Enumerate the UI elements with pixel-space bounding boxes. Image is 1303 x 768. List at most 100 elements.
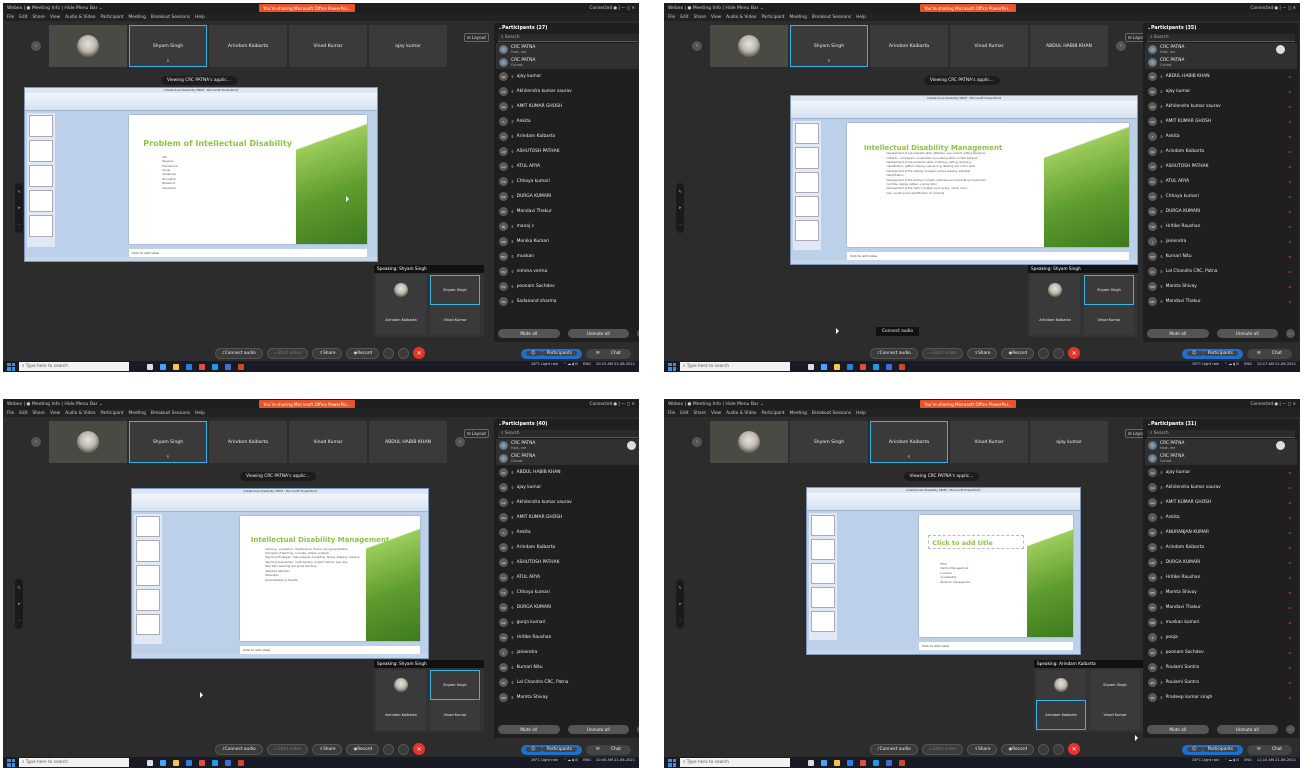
mini-tile[interactable]: Arindam Kaibarta	[1036, 700, 1086, 730]
menu-item[interactable]: Share	[33, 15, 45, 20]
audio-off-icon[interactable]: ⌀	[1288, 209, 1291, 214]
participants-button[interactable]: ☺ Participants	[1181, 745, 1243, 755]
participant-row[interactable]: AK⌽ajay kumar⌀	[496, 480, 639, 495]
tray-icons[interactable]: ⌃ ☁ ◖ ⊡	[1224, 362, 1239, 366]
audio-off-icon[interactable]: ⌀	[1288, 74, 1291, 79]
task-view-icon[interactable]	[808, 363, 814, 370]
clock[interactable]: 10:15 AM 21-06-2021	[596, 362, 635, 366]
powerpoint-icon[interactable]	[238, 363, 244, 370]
menu-item[interactable]: Share	[694, 15, 706, 20]
chrome-icon[interactable]	[199, 759, 205, 766]
participant-row[interactable]: AP⌽ASHUTOSH PATHAK⌀	[496, 555, 639, 570]
video-tile[interactable]: ajay kumar	[369, 25, 447, 67]
tray-icons[interactable]: ⌃ ☁ ◖ ⊡	[563, 758, 578, 762]
strip-prev-icon[interactable]: ‹	[31, 437, 41, 447]
unmute-all-button[interactable]: Unmute all	[1216, 725, 1278, 734]
audio-off-icon[interactable]: ⌀	[1288, 89, 1291, 94]
participants-button[interactable]: ☺ Participants	[1181, 349, 1243, 359]
participant-row[interactable]: AG⌽AMIT KUMAR GHOSH⌀	[496, 99, 639, 114]
participant-row[interactable]: CK⌽Chhaya kumari⌀	[496, 585, 639, 600]
participant-row[interactable]: AS⌽Akhilendra kumar saurav ⌀	[1145, 99, 1297, 114]
more-options-icon[interactable]: ⋯	[1286, 725, 1295, 734]
more-icon[interactable]: ⋯	[678, 618, 682, 623]
taskbar-search[interactable]: ⌕ Type here to search	[680, 758, 790, 767]
participant-search[interactable]: ⌕ Search	[498, 34, 639, 42]
mini-tile[interactable]: Vinod Kumar	[1084, 305, 1134, 335]
menu-item[interactable]: Meeting	[129, 15, 146, 20]
menu-item[interactable]: Audio & Video	[726, 411, 756, 416]
participants-button[interactable]: ☺ Participants	[520, 745, 582, 755]
participant-row[interactable]: DK⌽DURGA KUMARI⌀	[1145, 204, 1297, 219]
menu-item[interactable]: File	[668, 15, 675, 20]
participant-row[interactable]: AK⌽ajay kumar⌀	[496, 69, 639, 84]
more-icon[interactable]: ⋯	[17, 618, 21, 623]
connect-audio-button[interactable]: ♪ Connect audio	[870, 347, 918, 359]
participant-row[interactable]: A⌽Ankita⌀	[496, 525, 639, 540]
language[interactable]: ENG	[583, 758, 591, 762]
share-button[interactable]: ⇪ Share	[312, 347, 343, 359]
language[interactable]: ENG	[1244, 362, 1252, 366]
menu-item[interactable]: Share	[33, 411, 45, 416]
participant-row[interactable]: A⌽Ankita⌀	[1145, 129, 1297, 144]
video-tile[interactable]: Shyam Singh ⌽	[790, 25, 868, 67]
participant-host[interactable]: CRC PATNA Host, me	[496, 439, 639, 452]
video-tile[interactable]: ABDUL HABIB KHAN	[369, 421, 447, 463]
mail-icon[interactable]	[873, 759, 879, 766]
record-button[interactable]: ◉ Record	[346, 743, 380, 755]
audio-off-icon[interactable]: ⌀	[1288, 269, 1291, 274]
participant-search[interactable]: ⌕ Search	[1147, 34, 1295, 42]
video-tile-self[interactable]	[49, 421, 127, 463]
menu-item[interactable]: Breakout Sessions	[812, 411, 851, 416]
menu-item[interactable]: Help	[195, 15, 205, 20]
participant-row[interactable]: MK⌽Monika Kumari⌀	[496, 234, 639, 249]
menu-item[interactable]: Help	[195, 411, 205, 416]
participant-row[interactable]: MJ⌽manoj c⌀	[496, 219, 639, 234]
webex-icon[interactable]	[225, 759, 231, 766]
menu-item[interactable]: File	[7, 15, 14, 20]
menu-item[interactable]: File	[7, 411, 14, 416]
menu-item[interactable]: Share	[694, 411, 706, 416]
video-tile[interactable]: Arindam Kaibarta	[870, 25, 948, 67]
mini-tile[interactable]: Arindam Kaibarta	[1030, 305, 1080, 335]
reactions-button[interactable]	[1038, 347, 1050, 359]
participant-row[interactable]: MT⌽Mandavi Thakur⌀	[496, 204, 639, 219]
menu-item[interactable]: Audio & Video	[726, 15, 756, 20]
menu-item[interactable]: Help	[856, 411, 866, 416]
menu-item[interactable]: Edit	[19, 411, 27, 416]
menu-item[interactable]: Meeting	[790, 15, 807, 20]
participant-row[interactable]: PS ⌽ Poulami Santra ⌀	[1145, 660, 1297, 675]
more-button[interactable]	[398, 347, 410, 359]
explorer-icon[interactable]	[173, 363, 179, 370]
edge-icon[interactable]	[821, 363, 827, 370]
strip-prev-icon[interactable]: ‹	[31, 41, 41, 51]
participant-row[interactable]: DK⌽DURGA KUMARI⌀	[496, 189, 639, 204]
menu-item[interactable]: Edit	[19, 15, 27, 20]
video-tile[interactable]: Arindam Kaibarta	[209, 25, 287, 67]
menu-item[interactable]: Participant	[100, 411, 123, 416]
task-view-icon[interactable]	[147, 363, 153, 370]
participant-row[interactable]: AK⌽Arindam Kaibarta ⌀	[1145, 540, 1297, 555]
audio-off-icon[interactable]: ⌀	[1288, 560, 1291, 565]
pen-icon[interactable]: ✎	[17, 585, 20, 590]
edge-icon[interactable]	[160, 759, 166, 766]
participant-row[interactable]: A⌽Ankita⌀	[496, 114, 639, 129]
weather[interactable]: 26°C Light rain	[1192, 362, 1219, 366]
video-tile[interactable]: Shyam Singh ⌽	[129, 421, 207, 463]
connect-audio-button[interactable]: ♪ Connect audio	[215, 347, 263, 359]
participant-row[interactable]: GK⌽gunja kumari⌀	[496, 615, 639, 630]
menu-item[interactable]: Participant	[100, 15, 123, 20]
mini-tile[interactable]: Vinod Kumar	[430, 305, 480, 335]
audio-off-icon[interactable]: ⌀	[1288, 695, 1291, 700]
record-button[interactable]: ◉ Record	[1001, 743, 1035, 755]
mute-all-button[interactable]: Mute all	[498, 725, 560, 734]
edge-icon[interactable]	[821, 759, 827, 766]
explorer-icon[interactable]	[834, 363, 840, 370]
participant-host[interactable]: CRC PATNA Host, me	[1145, 43, 1297, 56]
strip-next-icon[interactable]: ›	[455, 437, 465, 447]
unmute-all-button[interactable]: Unmute all	[1216, 329, 1278, 338]
participant-row[interactable]: PS ⌽ Poulami Santra ⌀	[1145, 675, 1297, 690]
explorer-icon[interactable]	[173, 759, 179, 766]
audio-off-icon[interactable]: ⌀	[1288, 635, 1291, 640]
video-tile-self[interactable]	[710, 421, 788, 463]
record-button[interactable]: ◉ Record	[346, 347, 380, 359]
